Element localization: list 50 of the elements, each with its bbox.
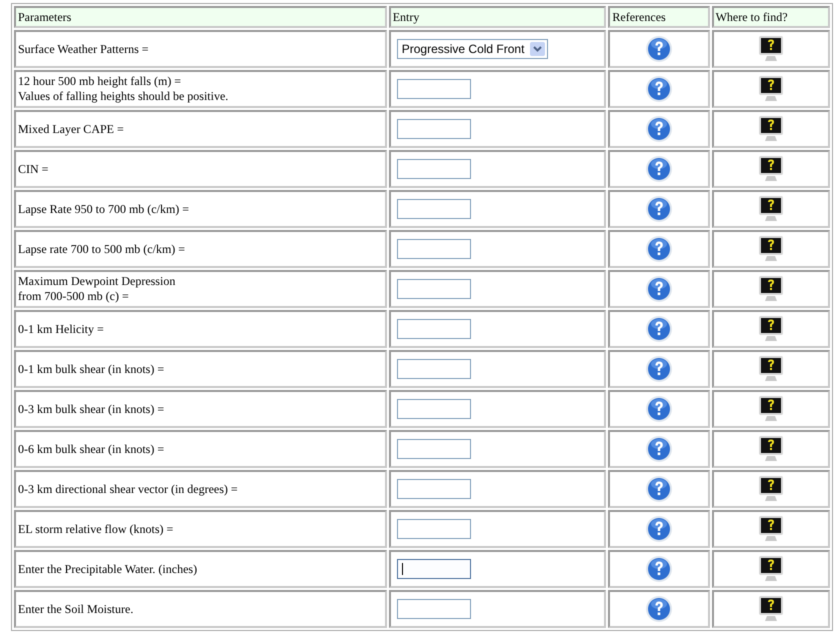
- input-field[interactable]: [396, 79, 471, 99]
- chevron-down-icon[interactable]: [530, 42, 546, 56]
- parameter-label: 12 hour 500 mb height falls (m) = Values of falling heights should be positive.: [14, 70, 387, 108]
- parameter-label: Enter the Precipitable Water. (inches): [14, 550, 387, 588]
- help-icon[interactable]: [644, 475, 673, 503]
- help-icon[interactable]: [644, 35, 673, 63]
- column-header: Parameters: [14, 6, 387, 28]
- input-field[interactable]: [396, 199, 471, 219]
- input-field[interactable]: [396, 279, 471, 299]
- help-icon[interactable]: [644, 275, 673, 303]
- help-icon[interactable]: [644, 515, 673, 543]
- help-icon[interactable]: [644, 155, 673, 183]
- parameter-label: Surface Weather Patterns =: [14, 30, 387, 68]
- parameter-label: EL storm relative flow (knots) =: [14, 510, 387, 548]
- help-icon[interactable]: [644, 595, 673, 623]
- parameter-label: 0-1 km Helicity =: [14, 310, 387, 348]
- parameter-label: 0-6 km bulk shear (in knots) =: [14, 430, 387, 468]
- parameter-label: 0-3 km directional shear vector (in degrees) =: [14, 470, 387, 508]
- input-field[interactable]: [396, 359, 471, 379]
- input-field[interactable]: [396, 399, 471, 419]
- parameter-label: Mixed Layer CAPE =: [14, 110, 387, 148]
- column-header: Where to find?: [712, 6, 830, 28]
- column-header: References: [608, 6, 710, 28]
- input-field[interactable]: [396, 439, 471, 459]
- parameter-label: 0-3 km bulk shear (in knots) =: [14, 390, 387, 428]
- help-icon[interactable]: [644, 75, 673, 103]
- parameter-label: CIN =: [14, 150, 387, 188]
- parameter-label: Lapse Rate 950 to 700 mb (c/km) =: [14, 190, 387, 228]
- input-field[interactable]: [396, 479, 471, 499]
- input-field[interactable]: [396, 519, 471, 539]
- help-icon[interactable]: [644, 395, 673, 423]
- help-icon[interactable]: [644, 555, 673, 583]
- input-field[interactable]: [396, 159, 471, 179]
- help-icon[interactable]: [644, 315, 673, 343]
- parameter-label: Enter the Soil Moisture.: [14, 590, 387, 628]
- input-field[interactable]: [396, 559, 471, 579]
- column-header: Entry: [388, 6, 606, 28]
- input-field[interactable]: [396, 239, 471, 259]
- help-icon[interactable]: [644, 195, 673, 223]
- help-icon[interactable]: [644, 115, 673, 143]
- parameter-label: Maximum Dewpoint Depression from 700-500 mb (c) =: [14, 270, 387, 308]
- parameter-label: Lapse rate 700 to 500 mb (c/km) =: [14, 230, 387, 268]
- input-field[interactable]: [396, 119, 471, 139]
- dropdown[interactable]: Progressive Cold Front: [396, 39, 548, 59]
- help-icon[interactable]: [644, 235, 673, 263]
- help-icon[interactable]: [644, 355, 673, 383]
- parameter-label: 0-1 km bulk shear (in knots) =: [14, 350, 387, 388]
- help-icon[interactable]: [644, 435, 673, 463]
- input-field[interactable]: [396, 599, 471, 619]
- input-field[interactable]: [396, 319, 471, 339]
